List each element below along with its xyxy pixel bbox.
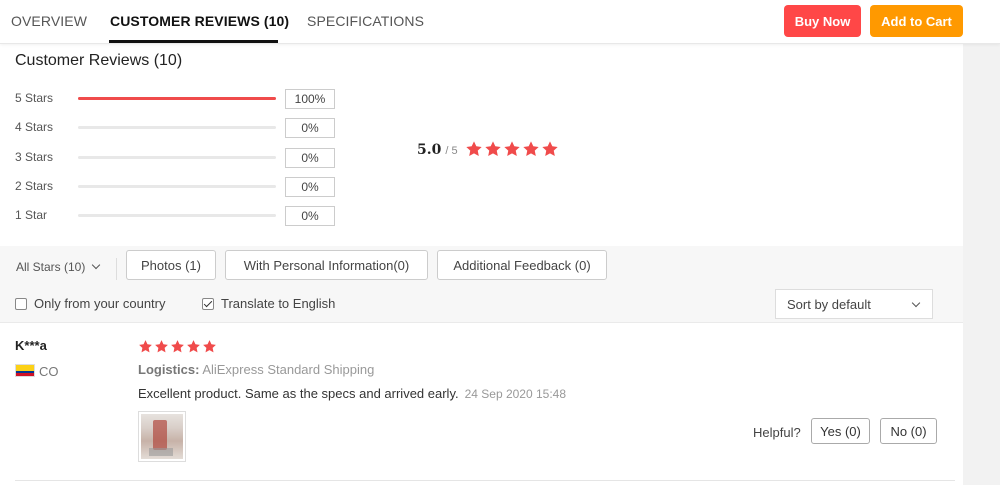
right-gutter: [963, 44, 1000, 485]
rating-row-3[interactable]: 3 Stars 0%: [15, 148, 345, 168]
star-icon: [202, 339, 217, 354]
rating-bar: [78, 185, 276, 188]
helpful-yes-button[interactable]: Yes (0): [811, 418, 870, 444]
star-icon: [186, 339, 201, 354]
buy-now-button[interactable]: Buy Now: [784, 5, 861, 37]
rating-bar: [78, 97, 276, 100]
tab-customer-reviews[interactable]: CUSTOMER REVIEWS (10): [110, 13, 289, 29]
filter-photos-button[interactable]: Photos (1): [126, 250, 216, 280]
all-stars-dropdown[interactable]: All Stars (10): [16, 260, 101, 274]
review-date: 24 Sep 2020 15:48: [464, 387, 567, 401]
reviews-title: Customer Reviews (10): [15, 52, 183, 69]
sort-dropdown[interactable]: Sort by default: [775, 289, 933, 319]
all-stars-label: All Stars (10): [16, 260, 86, 274]
rating-percent: 100%: [285, 89, 335, 109]
helpful-no-button[interactable]: No (0): [880, 418, 937, 444]
tab-specifications[interactable]: SPECIFICATIONS: [307, 13, 424, 29]
chevron-down-icon: [911, 298, 921, 308]
helpful-label: Helpful?: [753, 425, 801, 440]
rating-row-2[interactable]: 2 Stars 0%: [15, 177, 345, 197]
sort-label: Sort by default: [787, 296, 871, 312]
star-icon: [154, 339, 169, 354]
review-logistics: Logistics: AliExpress Standard Shipping: [138, 362, 374, 377]
checkbox-checked[interactable]: [202, 297, 214, 310]
star-icon: [170, 339, 185, 354]
rating-bar: [78, 214, 276, 217]
rating-row-5[interactable]: 5 Stars 100%: [15, 89, 345, 109]
product-tab-bar: OVERVIEW CUSTOMER REVIEWS (10) SPECIFICA…: [0, 0, 1000, 44]
reviewer-country: CO: [39, 364, 59, 379]
checkbox-unchecked[interactable]: [15, 297, 27, 310]
review-text-line: Excellent product. Same as the specs and…: [138, 386, 566, 401]
rating-percent: 0%: [285, 206, 335, 226]
add-to-cart-button[interactable]: Add to Cart: [870, 5, 963, 37]
average-rating-value: 5.0: [417, 142, 442, 158]
filter-additional-feedback-button[interactable]: Additional Feedback (0): [437, 250, 607, 280]
colombia-flag-icon: [15, 364, 35, 377]
rating-percent: 0%: [285, 148, 335, 168]
divider: [116, 258, 117, 280]
rating-percent: 0%: [285, 118, 335, 138]
filter-personal-info-button[interactable]: With Personal Information(0): [225, 250, 428, 280]
review-text: Excellent product. Same as the specs and…: [138, 386, 459, 401]
rating-label: 5 Stars: [15, 91, 54, 105]
rating-percent: 0%: [285, 177, 335, 197]
active-tab-underline: [109, 40, 278, 43]
rating-label: 1 Star: [15, 208, 48, 222]
star-icon: [465, 140, 483, 158]
rating-label: 4 Stars: [15, 120, 54, 134]
rating-bar-fill: [78, 97, 276, 100]
average-stars: [465, 140, 559, 158]
star-icon: [484, 140, 502, 158]
star-icon: [503, 140, 521, 158]
chevron-down-icon: [92, 260, 101, 270]
divider: [15, 480, 955, 481]
star-icon: [522, 140, 540, 158]
review-stars: [138, 339, 217, 354]
rating-bar: [78, 126, 276, 129]
only-country-checkbox[interactable]: Only from your country: [15, 296, 166, 311]
translate-label: Translate to English: [221, 296, 336, 311]
review-filters: All Stars (10) Photos (1) With Personal …: [0, 246, 963, 323]
star-icon: [138, 339, 153, 354]
logistics-label: Logistics:: [138, 362, 200, 377]
rating-row-4[interactable]: 4 Stars 0%: [15, 118, 345, 138]
star-icon: [541, 140, 559, 158]
rating-label: 2 Stars: [15, 179, 54, 193]
only-country-label: Only from your country: [34, 296, 166, 311]
review-photo-thumbnail[interactable]: [138, 411, 186, 462]
rating-bar: [78, 156, 276, 159]
average-rating: 5.0 / 5: [417, 142, 458, 158]
rating-row-1[interactable]: 1 Star 0%: [15, 206, 345, 226]
logistics-value: AliExpress Standard Shipping: [202, 362, 375, 377]
rating-label: 3 Stars: [15, 150, 54, 164]
reviewer-name: K***a: [15, 338, 47, 353]
translate-checkbox[interactable]: Translate to English: [202, 296, 335, 311]
tab-overview[interactable]: OVERVIEW: [11, 13, 87, 29]
average-rating-max: / 5: [445, 145, 458, 157]
